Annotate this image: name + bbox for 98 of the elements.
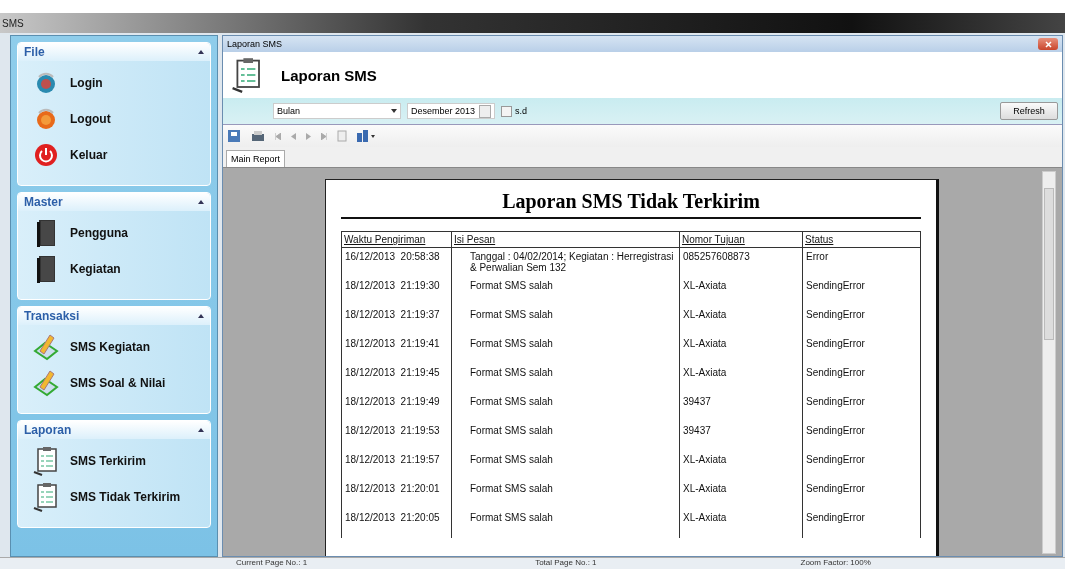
- table-cell: SendingError: [802, 306, 921, 335]
- clipboard-icon: [231, 57, 263, 93]
- collapse-arrow-icon[interactable]: [198, 200, 204, 204]
- sidebar-item[interactable]: Logout: [18, 101, 210, 137]
- table-cell: SendingError: [802, 277, 921, 306]
- table-cell: XL-Axiata: [679, 364, 803, 393]
- column-header: Status: [802, 231, 921, 248]
- table-cell: 18/12/2013 21:19:53: [341, 422, 452, 451]
- table-cell: XL-Axiata: [679, 277, 803, 306]
- table-cell: Format SMS salah: [451, 480, 680, 509]
- table-cell: XL-Axiata: [679, 335, 803, 364]
- table-cell: 39437: [679, 393, 803, 422]
- table-cell: SendingError: [802, 335, 921, 364]
- next-page-icon[interactable]: [306, 132, 311, 140]
- window-title: SMS: [2, 17, 24, 29]
- table-cell: XL-Axiata: [679, 480, 803, 509]
- table-cell: Format SMS salah: [451, 306, 680, 335]
- table-cell: SendingError: [802, 451, 921, 480]
- group-title: File: [24, 45, 45, 59]
- close-button[interactable]: [1038, 38, 1058, 50]
- table-cell: XL-Axiata: [679, 451, 803, 480]
- table-cell: Format SMS salah: [451, 364, 680, 393]
- dropdown-arrow-icon: [391, 109, 397, 113]
- table-cell: Format SMS salah: [451, 509, 680, 538]
- table-cell: 18/12/2013 21:20:05: [341, 509, 452, 538]
- table-cell: Error: [802, 247, 921, 277]
- sidebar-item[interactable]: SMS Soal & Nilai: [18, 365, 210, 401]
- sidebar-item[interactable]: SMS Terkirim: [18, 443, 210, 479]
- table-cell: SendingError: [802, 509, 921, 538]
- form-heading: Laporan SMS: [281, 66, 377, 84]
- column-header: Isi Pesan: [451, 231, 680, 248]
- group-title: Laporan: [24, 423, 72, 437]
- group-header[interactable]: Transaksi: [18, 307, 210, 325]
- previous-page-icon[interactable]: [291, 132, 296, 140]
- last-page-icon[interactable]: [321, 132, 327, 140]
- print-icon[interactable]: [251, 130, 265, 142]
- group-title: Transaksi: [24, 309, 80, 323]
- table-cell: Format SMS salah: [451, 422, 680, 451]
- checkbox[interactable]: [501, 105, 512, 117]
- status-text: Zoom Factor: 100%: [800, 558, 871, 569]
- table-cell: 39437: [679, 422, 803, 451]
- table-cell: 18/12/2013 21:19:57: [341, 451, 452, 480]
- status-text: Current Page No.: 1: [236, 558, 308, 569]
- collapse-arrow-icon[interactable]: [198, 428, 204, 432]
- spin-icon[interactable]: [479, 104, 491, 118]
- sidebar-item[interactable]: SMS Tidak Terkirim: [18, 479, 210, 515]
- table-cell: Format SMS salah: [451, 393, 680, 422]
- report-title: Laporan SMS Tidak Terkirim: [501, 190, 761, 213]
- table-cell: 16/12/2013 20:58:38: [341, 247, 452, 277]
- table-cell: SendingError: [802, 480, 921, 509]
- sidebar-item[interactable]: Login: [18, 65, 210, 101]
- pencil-notepad-icon: [32, 369, 60, 397]
- book-icon: [35, 254, 57, 284]
- first-page-icon[interactable]: [275, 132, 281, 140]
- table-cell: Format SMS salah: [451, 451, 680, 480]
- table-cell: 18/12/2013 21:19:45: [341, 364, 452, 393]
- table-cell: XL-Axiata: [679, 306, 803, 335]
- scroll-thumb[interactable]: [1044, 188, 1054, 340]
- group-header[interactable]: File: [18, 43, 210, 61]
- book-icon: [35, 218, 57, 248]
- table-cell: SendingError: [802, 364, 921, 393]
- report-tab[interactable]: Main Report: [226, 150, 286, 167]
- table-cell: SendingError: [802, 422, 921, 451]
- group-title: Master: [24, 195, 63, 209]
- table-cell: Format SMS salah: [451, 335, 680, 364]
- sidebar-item[interactable]: Pengguna: [18, 215, 210, 251]
- column-header: Waktu Pengiriman: [341, 231, 452, 248]
- sidebar-item[interactable]: SMS Kegiatan: [18, 329, 210, 365]
- period-dropdown[interactable]: Bulan: [273, 103, 401, 119]
- export-icon[interactable]: [227, 129, 241, 143]
- group-header[interactable]: Laporan: [18, 421, 210, 439]
- sidebar-item[interactable]: Kegiatan: [18, 251, 210, 287]
- pencil-notepad-icon: [32, 333, 60, 361]
- table-cell: 18/12/2013 21:19:30: [341, 277, 452, 306]
- table-cell: Tanggal : 04/02/2014; Kegiatan : Herregistrasi & Perwalian Sem 132: [451, 247, 680, 277]
- month-picker[interactable]: Desember 2013: [407, 103, 495, 119]
- clipboard-icon: [33, 482, 59, 512]
- group-header[interactable]: Master: [18, 193, 210, 211]
- table-cell: 18/12/2013 21:19:37: [341, 306, 452, 335]
- table-cell: 18/12/2013 21:19:49: [341, 393, 452, 422]
- clipboard-icon: [33, 446, 59, 476]
- collapse-arrow-icon[interactable]: [198, 50, 204, 54]
- status-text: Total Page No.: 1: [535, 558, 597, 569]
- close-icon[interactable]: [1044, 40, 1052, 48]
- table-cell: 18/12/2013 21:20:01: [341, 480, 452, 509]
- table-cell: 085257608873: [679, 247, 803, 277]
- table-cell: XL-Axiata: [679, 509, 803, 538]
- refresh-button[interactable]: Refresh: [1000, 102, 1058, 120]
- power-icon: [34, 143, 58, 167]
- table-cell: 18/12/2013 21:19:41: [341, 335, 452, 364]
- child-window-title: Laporan SMS: [227, 39, 283, 49]
- sidebar-item[interactable]: Keluar: [18, 137, 210, 173]
- checkbox-label: s.d: [515, 106, 527, 116]
- column-header: Nomor Tujuan: [679, 231, 803, 248]
- table-cell: Format SMS salah: [451, 277, 680, 306]
- scrollbar[interactable]: [1042, 171, 1056, 554]
- table-cell: SendingError: [802, 393, 921, 422]
- collapse-arrow-icon[interactable]: [198, 314, 204, 318]
